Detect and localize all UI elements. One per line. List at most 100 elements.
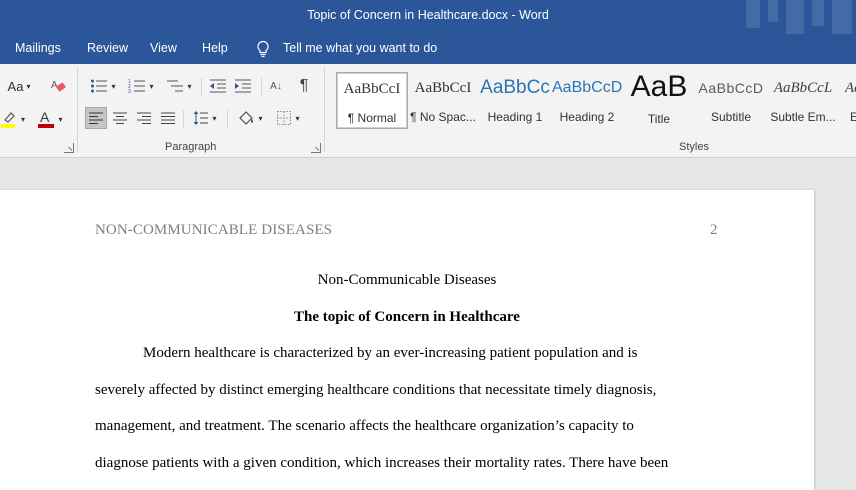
svg-text:A: A: [51, 80, 58, 91]
decrease-indent-button[interactable]: [206, 76, 230, 96]
lightbulb-icon[interactable]: [255, 40, 271, 58]
style-name: Heading 2: [559, 110, 615, 124]
align-right-icon: [137, 112, 151, 124]
document-canvas: NON-COMMUNICABLE DISEASES 2 Non-Communic…: [0, 158, 856, 490]
paragraph-dialog-launcher[interactable]: [311, 143, 321, 153]
decrease-indent-icon: [210, 79, 226, 93]
line-spacing-button[interactable]: ▾: [189, 107, 221, 129]
chevron-down-icon: ▾: [258, 113, 263, 123]
bullets-icon: [91, 79, 108, 93]
title-bar: Topic of Concern in Healthcare.docx - Wo…: [0, 0, 856, 34]
style-name: Subtitle: [710, 110, 752, 124]
page-number: 2: [710, 222, 718, 238]
body-line: Modern healthcare is characterized by an…: [143, 345, 638, 361]
sort-button[interactable]: A↓: [266, 76, 286, 96]
paint-bucket-icon: [239, 111, 254, 125]
style-name: Heading 1: [487, 110, 543, 124]
multilevel-list-icon: [167, 80, 184, 92]
style-emphasis[interactable]: Aa E: [840, 72, 856, 127]
font-color-icon: A: [38, 109, 55, 128]
style-preview: AaB: [630, 72, 688, 103]
align-left-icon: [89, 112, 103, 124]
style-no-spacing[interactable]: AaBbCcI ¶ No Spac...: [408, 72, 478, 127]
borders-button[interactable]: ▾: [271, 107, 305, 129]
increase-indent-button[interactable]: [231, 76, 255, 96]
increase-indent-icon: [235, 79, 251, 93]
body-line: management, and treatment. The scenario …: [95, 418, 634, 434]
styles-group-label: Styles: [679, 141, 709, 153]
svg-text:3: 3: [128, 89, 131, 94]
font-color-button[interactable]: A ▾: [32, 108, 68, 130]
style-preview: AaBbCcD: [552, 79, 622, 96]
body-line: diagnose patients with a given condition…: [95, 455, 669, 471]
shading-button[interactable]: ▾: [233, 107, 267, 129]
style-preview: AaBbCcI: [414, 80, 472, 96]
align-center-icon: [113, 112, 127, 124]
numbering-icon: 1 2 3: [128, 79, 146, 94]
title-bar-pattern: [746, 0, 856, 34]
tab-mailings[interactable]: Mailings: [15, 41, 61, 55]
clear-formatting-button[interactable]: A: [48, 76, 70, 96]
pilcrow-icon: ¶: [299, 77, 309, 94]
line-spacing-icon: [193, 111, 209, 125]
highlighter-icon: [0, 112, 15, 128]
style-preview: AaBbCcL: [773, 80, 833, 96]
group-separator: [77, 68, 78, 152]
style-name: ¶ Normal: [347, 111, 397, 125]
chevron-down-icon: ▾: [149, 81, 154, 91]
style-heading-1[interactable]: AaBbCc Heading 1: [480, 72, 550, 127]
justify-icon: [161, 112, 175, 124]
ribbon-tabs: Mailings Review View Help Tell me what y…: [0, 34, 856, 64]
divider: [227, 110, 228, 128]
tab-view[interactable]: View: [150, 41, 177, 55]
style-preview: AaBbCcI: [343, 81, 401, 97]
document-page[interactable]: NON-COMMUNICABLE DISEASES 2 Non-Communic…: [0, 190, 814, 490]
borders-icon: [277, 111, 292, 125]
style-normal[interactable]: AaBbCcI ¶ Normal: [336, 72, 408, 129]
change-case-button[interactable]: Aa ▾: [4, 76, 34, 96]
style-name: ¶ No Spac...: [410, 110, 476, 124]
style-heading-2[interactable]: AaBbCcD Heading 2: [552, 72, 622, 127]
font-dialog-launcher[interactable]: [64, 143, 74, 153]
style-subtle-emphasis[interactable]: AaBbCcL Subtle Em...: [768, 72, 838, 127]
style-title[interactable]: AaB Title: [624, 72, 694, 127]
bullets-button[interactable]: ▾: [86, 76, 120, 96]
chevron-down-icon: ▾: [111, 81, 116, 91]
justify-button[interactable]: [157, 107, 179, 129]
style-preview: AaBbCcD: [698, 80, 764, 96]
style-preview: AaBbCc: [480, 77, 550, 98]
style-name: Title: [647, 112, 671, 126]
chevron-down-icon: ▾: [20, 114, 25, 124]
svg-text:A: A: [40, 109, 50, 125]
group-separator: [324, 68, 325, 152]
ribbon: Aa ▾ A ▾ A ▾ ▾ 1 2 3 ▾ ▾ A↓ ¶ ▾ ▾ ▾ Para…: [0, 64, 856, 158]
align-left-button[interactable]: [85, 107, 107, 129]
chevron-down-icon: ▾: [58, 114, 63, 124]
chevron-down-icon: ▾: [26, 81, 31, 91]
paragraph-group-label: Paragraph: [165, 141, 217, 153]
tab-help[interactable]: Help: [202, 41, 228, 55]
style-preview: Aa: [845, 80, 856, 96]
document-title: Non-Communicable Diseases: [317, 272, 497, 288]
document-heading: The topic of Concern in Healthcare: [294, 309, 520, 325]
tab-review[interactable]: Review: [87, 41, 128, 55]
running-header: NON-COMMUNICABLE DISEASES: [95, 222, 333, 238]
tell-me-search[interactable]: Tell me what you want to do: [283, 41, 437, 55]
multilevel-list-button[interactable]: ▾: [162, 76, 196, 96]
chevron-down-icon: ▾: [212, 113, 217, 123]
align-center-button[interactable]: [109, 107, 131, 129]
sort-icon: A↓: [270, 80, 282, 92]
style-name: E: [850, 110, 856, 124]
body-line: severely affected by distinct emerging h…: [95, 382, 657, 398]
style-name: Subtle Em...: [770, 110, 836, 124]
eraser-icon: A: [51, 80, 66, 92]
highlight-button[interactable]: ▾: [0, 108, 26, 130]
chevron-down-icon: ▾: [187, 81, 192, 91]
divider: [261, 78, 262, 96]
numbering-button[interactable]: 1 2 3 ▾: [124, 76, 158, 96]
divider: [183, 110, 184, 128]
align-right-button[interactable]: [133, 107, 155, 129]
show-formatting-button[interactable]: ¶: [292, 76, 316, 96]
style-subtitle[interactable]: AaBbCcD Subtitle: [696, 72, 766, 127]
change-case-label: Aa: [7, 78, 24, 94]
